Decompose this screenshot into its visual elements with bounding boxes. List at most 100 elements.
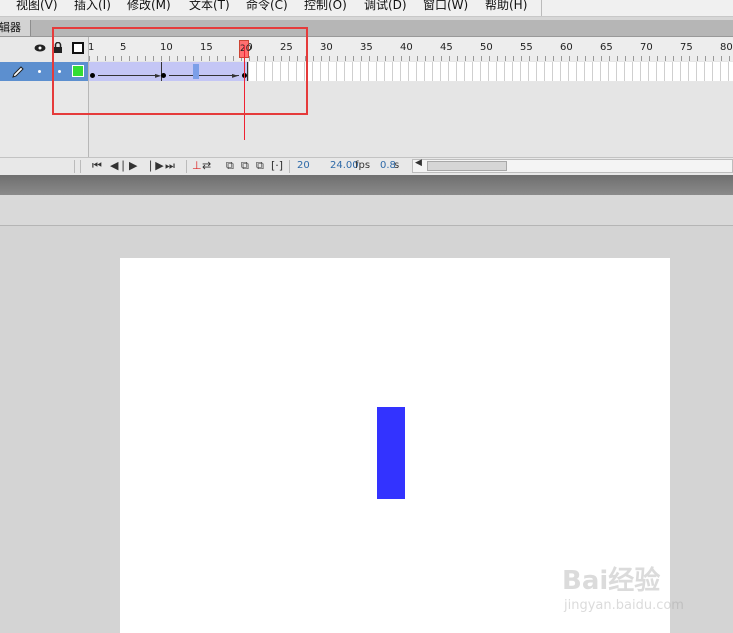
ruler-tick xyxy=(417,56,418,61)
ruler-tick xyxy=(673,56,674,61)
ruler-tick xyxy=(457,56,458,61)
ruler-tick xyxy=(321,56,322,61)
pencil-icon xyxy=(12,66,24,78)
ruler-tick xyxy=(433,56,434,61)
ruler-tick xyxy=(681,56,682,61)
frame-number: 80 xyxy=(720,42,733,53)
ruler-tick xyxy=(569,56,570,61)
frame-number: 40 xyxy=(400,42,413,53)
menu-text[interactable]: 文本(T) xyxy=(189,0,230,13)
frame-number: 65 xyxy=(600,42,613,53)
eye-icon[interactable] xyxy=(34,43,46,53)
ruler-tick xyxy=(649,56,650,61)
ruler-tick xyxy=(521,56,522,61)
time-unit: s xyxy=(394,160,400,171)
menu-window[interactable]: 窗口(W) xyxy=(423,0,468,13)
timeline-controls: ⏮ ◀❘ ▶ ❘▶ ⏭ ⊥ ⇄ ⧉ ⧉ ⧉ [·] 20 24.00 fps 0… xyxy=(0,157,733,175)
ruler-tick xyxy=(665,56,666,61)
frame-number: 45 xyxy=(440,42,453,53)
ruler-tick xyxy=(505,56,506,61)
ruler-tick xyxy=(393,56,394,61)
first-frame-icon[interactable]: ⏮ xyxy=(92,158,102,174)
next-frame-icon[interactable]: ❘▶ xyxy=(146,158,164,174)
ruler-tick xyxy=(481,56,482,61)
ruler-tick xyxy=(593,56,594,61)
loop-icon[interactable]: ⇄ xyxy=(202,158,211,174)
divider xyxy=(80,160,81,173)
ruler-tick xyxy=(329,56,330,61)
ruler-tick xyxy=(377,56,378,61)
ruler-tick xyxy=(553,56,554,61)
frame-number: 35 xyxy=(360,42,373,53)
ruler-tick xyxy=(689,56,690,61)
ruler-tick xyxy=(337,56,338,61)
timeline-scrollbar[interactable]: ◀ xyxy=(412,158,733,173)
ruler-tick xyxy=(465,56,466,61)
panel-title: 编辑器 xyxy=(0,21,21,34)
ruler-tick xyxy=(697,56,698,61)
edit-multiple-frames-icon[interactable]: ⧉ xyxy=(256,158,264,174)
ruler-tick xyxy=(361,56,362,61)
ruler-tick xyxy=(497,56,498,61)
ruler-tick xyxy=(537,56,538,61)
frame-number: 60 xyxy=(560,42,573,53)
onion-skin-icon[interactable]: ⧉ xyxy=(226,158,234,174)
menu-modify[interactable]: 修改(M) xyxy=(127,0,171,13)
menu-help[interactable]: 帮助(H) xyxy=(485,0,527,13)
ruler-tick xyxy=(577,56,578,61)
scrollbar-thumb[interactable] xyxy=(427,161,507,171)
menu-control[interactable]: 控制(O) xyxy=(304,0,347,13)
menu-insert[interactable]: 插入(I) xyxy=(74,0,111,13)
modify-markers-icon[interactable]: [·] xyxy=(271,158,283,174)
scroll-left-icon[interactable]: ◀ xyxy=(415,158,422,168)
ruler-tick xyxy=(369,56,370,61)
ruler-tick xyxy=(409,56,410,61)
ruler-tick xyxy=(345,56,346,61)
visibility-dot-icon[interactable] xyxy=(38,70,41,73)
ruler-tick xyxy=(705,56,706,61)
ruler-tick xyxy=(545,56,546,61)
ruler-tick xyxy=(729,56,730,61)
panel-tab[interactable]: 编辑器 xyxy=(0,20,31,36)
ruler-tick xyxy=(473,56,474,61)
prev-frame-icon[interactable]: ◀❘ xyxy=(110,158,128,174)
onion-skin-outline-icon[interactable]: ⧉ xyxy=(241,158,249,174)
divider xyxy=(186,160,187,173)
play-icon[interactable]: ▶ xyxy=(129,158,137,174)
current-frame-value[interactable]: 20 xyxy=(297,158,310,174)
frame-number: 55 xyxy=(520,42,533,53)
menu-view[interactable]: 视图(V) xyxy=(16,0,58,13)
menu-commands[interactable]: 命令(C) xyxy=(246,0,288,13)
menu-debug[interactable]: 调试(D) xyxy=(364,0,407,13)
menu-divider xyxy=(541,0,542,16)
ruler-tick xyxy=(625,56,626,61)
frame-number: 70 xyxy=(640,42,653,53)
ruler-tick xyxy=(721,56,722,61)
ruler-tick xyxy=(713,56,714,61)
blue-rectangle-shape[interactable] xyxy=(377,407,405,499)
ruler-tick xyxy=(617,56,618,61)
panel-separator[interactable] xyxy=(0,175,733,195)
ruler-tick xyxy=(353,56,354,61)
ruler-tick xyxy=(641,56,642,61)
ruler-tick xyxy=(561,56,562,61)
frame-number: 75 xyxy=(680,42,693,53)
frame-number: 30 xyxy=(320,42,333,53)
last-frame-icon[interactable]: ⏭ xyxy=(165,158,175,174)
edit-bar xyxy=(0,195,733,226)
ruler-tick xyxy=(609,56,610,61)
ruler-tick xyxy=(441,56,442,61)
ruler-tick xyxy=(529,56,530,61)
ruler-tick xyxy=(449,56,450,61)
ruler-tick xyxy=(313,56,314,61)
menu-bar: 视图(V) 插入(I) 修改(M) 文本(T) 命令(C) 控制(O) 调试(D… xyxy=(0,0,733,17)
ruler-tick xyxy=(425,56,426,61)
ruler-tick xyxy=(513,56,514,61)
ruler-tick xyxy=(585,56,586,61)
ruler-tick xyxy=(657,56,658,61)
ruler-tick xyxy=(401,56,402,61)
center-frame-icon[interactable]: ⊥ xyxy=(192,158,202,174)
annotation-highlight-box xyxy=(52,27,308,115)
fps-unit: fps xyxy=(355,160,371,171)
watermark-url: jingyan.baidu.com xyxy=(564,598,684,613)
